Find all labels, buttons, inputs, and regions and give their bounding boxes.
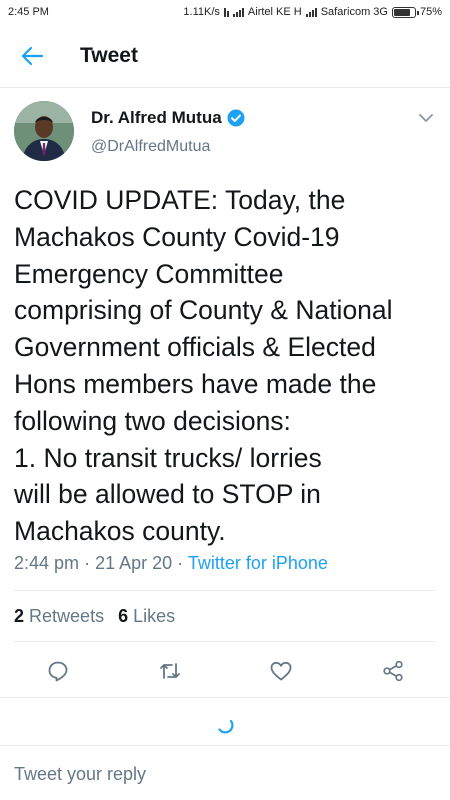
- share-icon: [383, 660, 403, 682]
- chevron-down-icon: [419, 113, 433, 122]
- tweet-date: 21 Apr 20: [95, 553, 173, 573]
- avatar[interactable]: [14, 101, 74, 161]
- loading-spinner: [215, 715, 235, 735]
- likes-count: 6: [118, 606, 129, 626]
- author-name-row[interactable]: Dr. Alfred Mutua: [91, 108, 245, 128]
- divider: [0, 697, 450, 698]
- likes-label: Likes: [133, 606, 176, 626]
- loading-spinner-icon: [218, 719, 234, 734]
- likes-stat[interactable]: 6 Likes: [118, 606, 175, 627]
- carrier-1: Airtel KE H: [247, 6, 302, 18]
- status-indicators: 1.11K/s Airtel KE H Safaricom 3G 75%: [183, 6, 442, 18]
- meta-separator: ·: [84, 553, 96, 573]
- verified-badge-icon: [227, 109, 245, 127]
- avatar-image: [14, 101, 74, 161]
- network-speed: 1.11K/s: [183, 6, 220, 18]
- retweets-stat[interactable]: 2 Retweets: [14, 606, 104, 627]
- like-button[interactable]: [264, 654, 298, 688]
- signal-icon: [305, 7, 317, 17]
- tweet-meta: 2:44 pm · 21 Apr 20 · Twitter for iPhone: [14, 553, 328, 574]
- reply-icon: [48, 661, 68, 682]
- tweet-author: Dr. Alfred Mutua @DrAlfredMutua: [14, 98, 436, 168]
- reply-bar: [0, 745, 450, 800]
- back-button[interactable]: [0, 24, 64, 88]
- carrier-2: Safaricom 3G: [320, 6, 388, 18]
- tweet-actions: [0, 648, 450, 694]
- meta-separator: ·: [177, 553, 188, 573]
- signal-icon: [232, 7, 244, 17]
- share-button[interactable]: [376, 654, 410, 688]
- more-options-button[interactable]: [416, 108, 436, 128]
- back-arrow-icon: [21, 46, 43, 65]
- retweets-label: Retweets: [29, 606, 105, 626]
- reply-button[interactable]: [41, 654, 75, 688]
- tweet-time: 2:44 pm: [14, 553, 80, 573]
- tweet-source-link[interactable]: Twitter for iPhone: [188, 553, 328, 573]
- top-app-bar: Tweet: [0, 24, 450, 88]
- retweet-icon: [160, 663, 180, 679]
- status-bar: 2:45 PM 1.11K/s Airtel KE H Safaricom 3G…: [0, 0, 450, 24]
- divider: [14, 590, 436, 591]
- tweet-text: COVID UPDATE: Today, the Machakos County…: [14, 185, 393, 547]
- retweets-count: 2: [14, 606, 25, 626]
- data-transfer-icon: [223, 7, 229, 17]
- author-name: Dr. Alfred Mutua: [91, 108, 222, 127]
- divider: [14, 641, 436, 642]
- battery-percent: 75%: [419, 6, 442, 18]
- author-handle[interactable]: @DrAlfredMutua: [91, 138, 210, 156]
- battery-icon: [391, 6, 419, 18]
- reply-input[interactable]: [14, 759, 434, 789]
- tweet-stats: 2 Retweets 6 Likes: [14, 606, 175, 627]
- status-time: 2:45 PM: [8, 6, 49, 18]
- retweet-button[interactable]: [153, 654, 187, 688]
- like-icon: [270, 661, 292, 681]
- page-title: Tweet: [80, 43, 138, 67]
